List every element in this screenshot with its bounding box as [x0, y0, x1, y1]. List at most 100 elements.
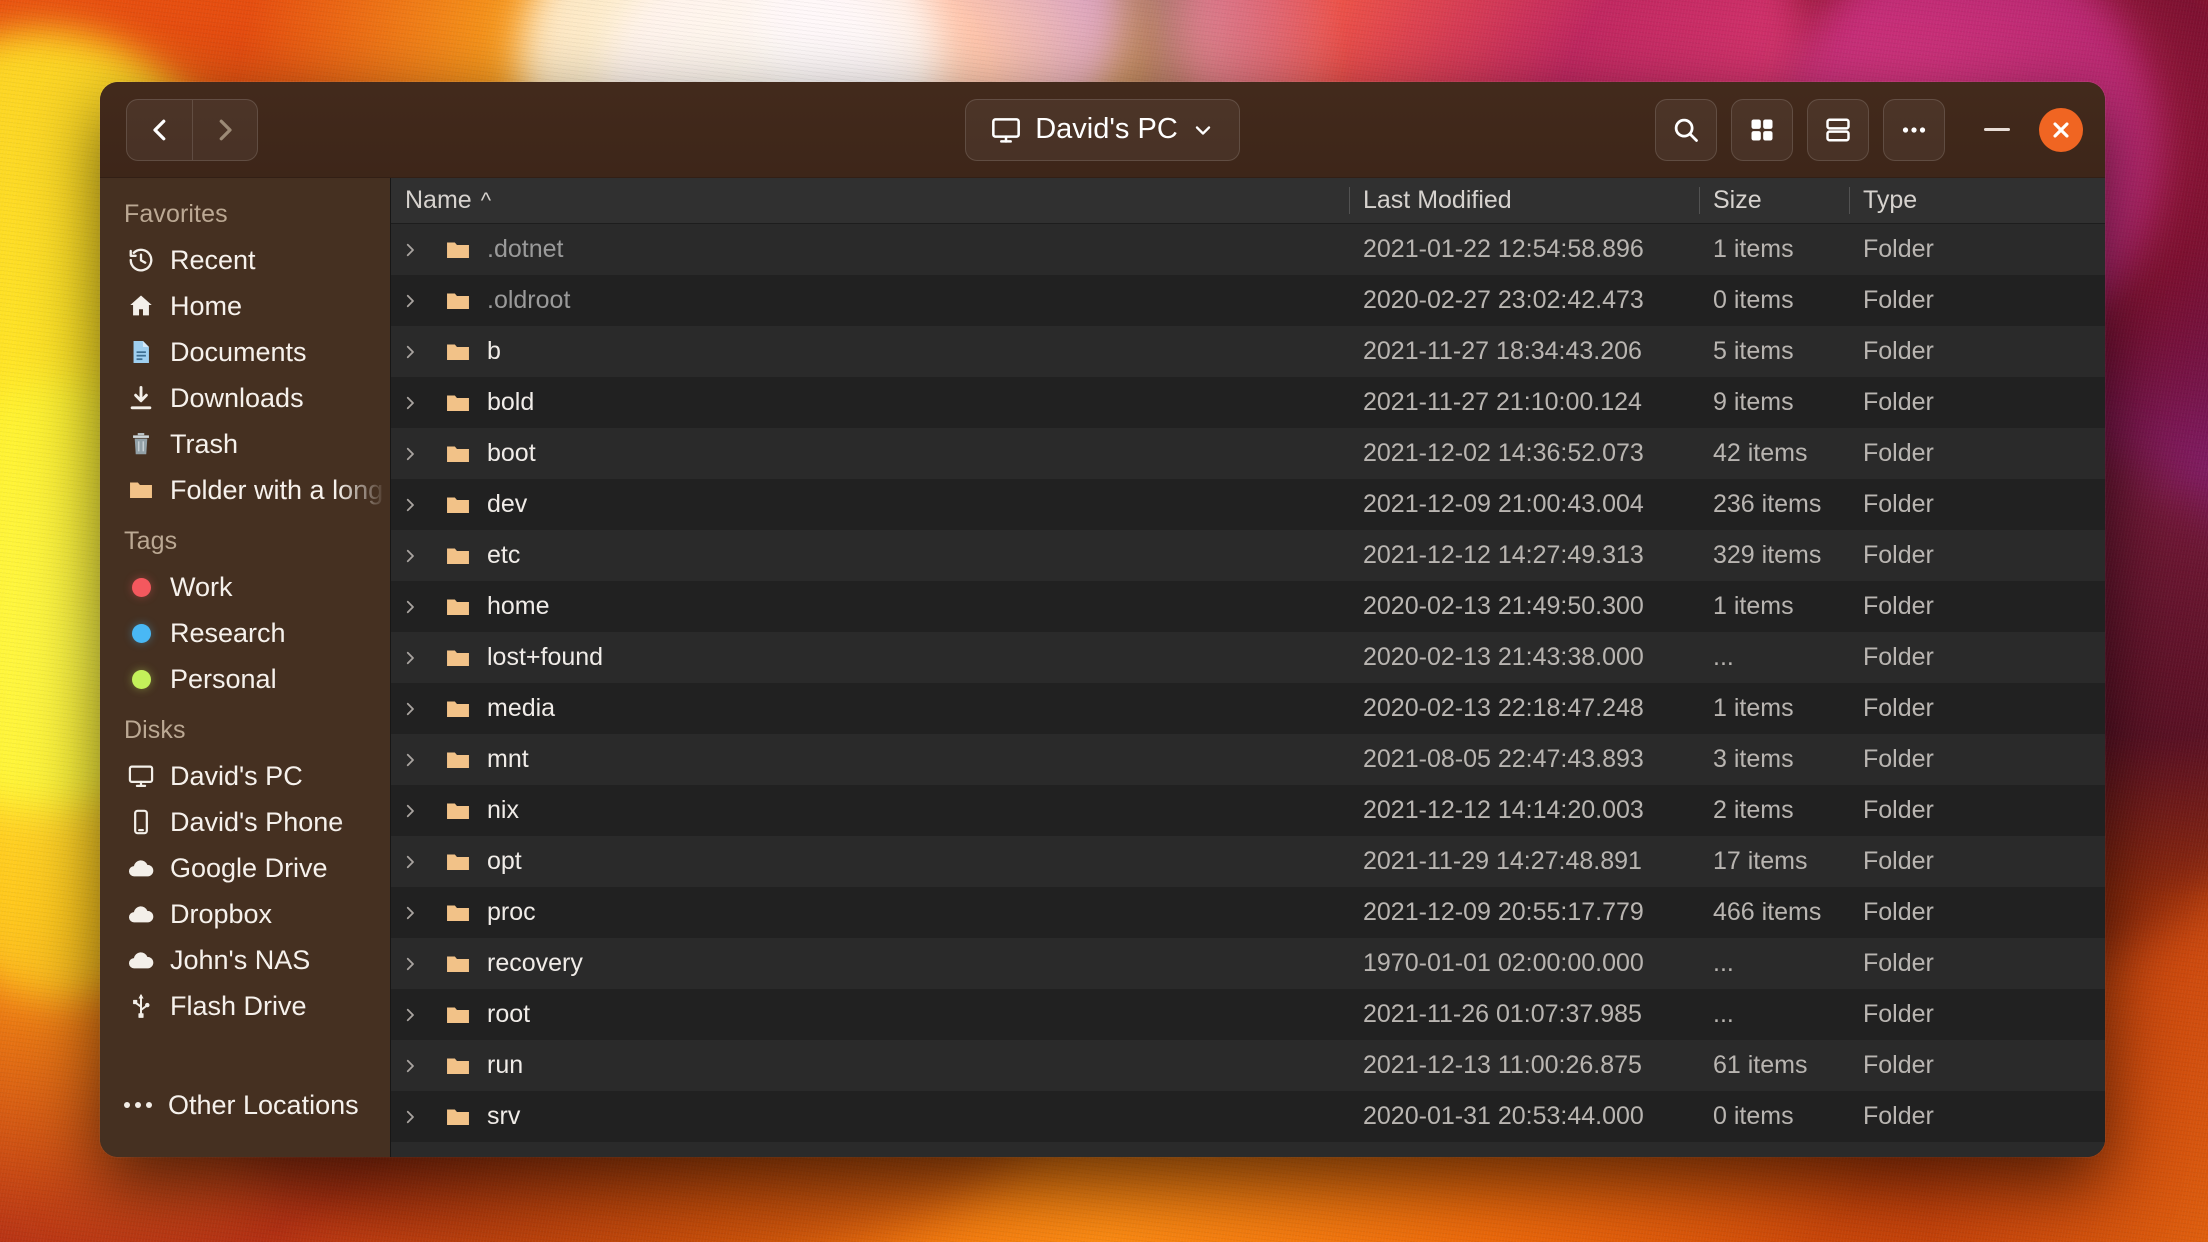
- download-icon: [126, 384, 156, 412]
- sidebar-item-david-s-pc[interactable]: David's PC: [100, 753, 390, 799]
- file-row[interactable]: srv 2020-01-31 20:53:44.000 0 items Folder: [391, 1091, 2105, 1142]
- file-type-cell: Folder: [1863, 1000, 1934, 1028]
- sidebar-item-label: Home: [170, 290, 243, 321]
- forward-button[interactable]: [192, 99, 257, 160]
- column-header-name[interactable]: Name ^: [391, 178, 1349, 223]
- clock-history-icon: [126, 246, 156, 274]
- minimize-icon: [1984, 128, 2010, 131]
- file-row[interactable]: mnt 2021-08-05 22:47:43.893 3 items Folder: [391, 734, 2105, 785]
- file-row[interactable]: .oldroot 2020-02-27 23:02:42.473 0 items Fo…: [391, 275, 2105, 326]
- sidebar-group-label: Tags: [124, 527, 178, 555]
- expand-chevron-icon[interactable]: [391, 1108, 429, 1126]
- close-button[interactable]: [2039, 107, 2083, 152]
- expand-chevron-icon[interactable]: [391, 241, 429, 259]
- file-name-label: .oldroot: [487, 286, 571, 314]
- file-name-cell: b: [391, 337, 1349, 366]
- navigation-button-group: [126, 98, 258, 161]
- column-header-size[interactable]: Size: [1699, 178, 1849, 223]
- sidebar-item-label: David's PC: [170, 760, 303, 791]
- file-modified-cell: 2020-02-13 21:49:50.300: [1363, 592, 1644, 620]
- sidebar-item-research[interactable]: Research: [100, 610, 390, 656]
- expand-chevron-icon[interactable]: [391, 1057, 429, 1075]
- file-row[interactable]: root 2021-11-26 01:07:37.985... Folder: [391, 989, 2105, 1040]
- file-name-cell: home: [391, 592, 1349, 621]
- sidebar-item-david-s-phone[interactable]: David's Phone: [100, 799, 390, 845]
- file-type-cell: Folder: [1863, 337, 1934, 365]
- file-row[interactable]: recovery 1970-01-01 02:00:00.000... Folder: [391, 938, 2105, 989]
- expand-chevron-icon[interactable]: [391, 955, 429, 973]
- sidebar-item-dropbox[interactable]: Dropbox: [100, 891, 390, 937]
- file-row[interactable]: etc 2021-12-12 14:27:49.313 329 items Folde…: [391, 530, 2105, 581]
- file-name-label: srv: [487, 1102, 521, 1130]
- file-row[interactable]: run 2021-12-13 11:00:26.875 61 items Folder: [391, 1040, 2105, 1091]
- file-type-cell: Folder: [1863, 643, 1934, 671]
- file-row[interactable]: media 2020-02-13 22:18:47.248 1 items Folde…: [391, 683, 2105, 734]
- file-row[interactable]: dev 2021-12-09 21:00:43.004 236 items Folde…: [391, 479, 2105, 530]
- sidebar-item-label: John's NAS: [170, 944, 311, 975]
- sidebar-item-downloads[interactable]: Downloads: [100, 375, 390, 421]
- search-button[interactable]: [1655, 98, 1717, 161]
- sidebar-item-flash-drive[interactable]: Flash Drive: [100, 983, 390, 1029]
- file-name-label: .dotnet: [487, 235, 564, 263]
- file-row[interactable]: proc 2021-12-09 20:55:17.779 466 items Fold…: [391, 887, 2105, 938]
- sidebar-item-work[interactable]: Work: [100, 564, 390, 610]
- file-type-cell: Folder: [1863, 796, 1934, 824]
- expand-chevron-icon[interactable]: [391, 292, 429, 310]
- sidebar-footer: Other Locations: [100, 1079, 390, 1157]
- sidebar-item-label: Other Locations: [168, 1089, 359, 1120]
- expand-chevron-icon[interactable]: [391, 649, 429, 667]
- folder-icon: [441, 236, 475, 264]
- sidebar-item-recent[interactable]: Recent: [100, 237, 390, 283]
- sidebar-item-personal[interactable]: Personal: [100, 656, 390, 702]
- usb-icon: [126, 992, 156, 1020]
- file-list[interactable]: .dotnet 2021-01-22 12:54:58.896 1 items Fol…: [391, 224, 2105, 1157]
- sidebar-item-label: Recent: [170, 244, 256, 275]
- path-location-button[interactable]: David's PC: [965, 98, 1240, 161]
- sidebar-item-trash[interactable]: Trash: [100, 421, 390, 467]
- expand-chevron-icon[interactable]: [391, 547, 429, 565]
- expand-chevron-icon[interactable]: [391, 496, 429, 514]
- sidebar-scroll-area[interactable]: Favorites Recent Home Documents Downloads Tra…: [100, 178, 390, 1079]
- file-size-cell: ...: [1713, 1000, 1734, 1028]
- sidebar-item-john-s-nas[interactable]: John's NAS: [100, 937, 390, 983]
- sidebar-item-folder-with-a-long-name[interactable]: Folder with a long name: [100, 467, 390, 513]
- file-name-cell: .dotnet: [391, 235, 1349, 264]
- file-row[interactable]: b 2021-11-27 18:34:43.206 5 items Folder: [391, 326, 2105, 377]
- sidebar-item-google-drive[interactable]: Google Drive: [100, 845, 390, 891]
- file-row[interactable]: boot 2021-12-02 14:36:52.073 42 items Folde…: [391, 428, 2105, 479]
- list-view-button[interactable]: [1807, 98, 1869, 161]
- sidebar-item-label: Documents: [170, 336, 307, 367]
- expand-chevron-icon[interactable]: [391, 343, 429, 361]
- file-row[interactable]: nix 2021-12-12 14:14:20.003 2 items Folder: [391, 785, 2105, 836]
- file-row[interactable]: sys 2021-12-09 20:55:17.77911 itemsFolder: [391, 1142, 2105, 1157]
- file-name-cell: boot: [391, 439, 1349, 468]
- expand-chevron-icon[interactable]: [391, 853, 429, 871]
- sidebar-item-other-locations[interactable]: Other Locations: [100, 1079, 390, 1131]
- file-row[interactable]: .dotnet 2021-01-22 12:54:58.896 1 items Fol…: [391, 224, 2105, 275]
- file-row[interactable]: opt 2021-11-29 14:27:48.891 17 items Folder: [391, 836, 2105, 887]
- expand-chevron-icon[interactable]: [391, 802, 429, 820]
- expand-chevron-icon[interactable]: [391, 598, 429, 616]
- minimize-button[interactable]: [1969, 102, 2025, 158]
- column-header-type[interactable]: Type: [1849, 178, 2105, 223]
- expand-chevron-icon[interactable]: [391, 904, 429, 922]
- expand-chevron-icon[interactable]: [391, 700, 429, 718]
- folder-icon: [441, 848, 475, 876]
- folder-icon: [441, 899, 475, 927]
- expand-chevron-icon[interactable]: [391, 1006, 429, 1024]
- file-modified-cell: 2020-02-13 21:43:38.000: [1363, 643, 1644, 671]
- file-row[interactable]: home 2020-02-13 21:49:50.300 1 items Folder: [391, 581, 2105, 632]
- file-type-cell: Folder: [1863, 235, 1934, 263]
- sidebar-item-documents[interactable]: Documents: [100, 329, 390, 375]
- expand-chevron-icon[interactable]: [391, 394, 429, 412]
- file-name-label: media: [487, 694, 556, 722]
- file-row[interactable]: bold 2021-11-27 21:10:00.124 9 items Folder: [391, 377, 2105, 428]
- expand-chevron-icon[interactable]: [391, 445, 429, 463]
- grid-view-button[interactable]: [1731, 98, 1793, 161]
- file-row[interactable]: lost+found 2020-02-13 21:43:38.000... Fold…: [391, 632, 2105, 683]
- expand-chevron-icon[interactable]: [391, 751, 429, 769]
- sidebar-item-home[interactable]: Home: [100, 283, 390, 329]
- menu-button[interactable]: [1883, 98, 1945, 161]
- column-header-modified[interactable]: Last Modified: [1349, 178, 1699, 223]
- back-button[interactable]: [127, 100, 192, 160]
